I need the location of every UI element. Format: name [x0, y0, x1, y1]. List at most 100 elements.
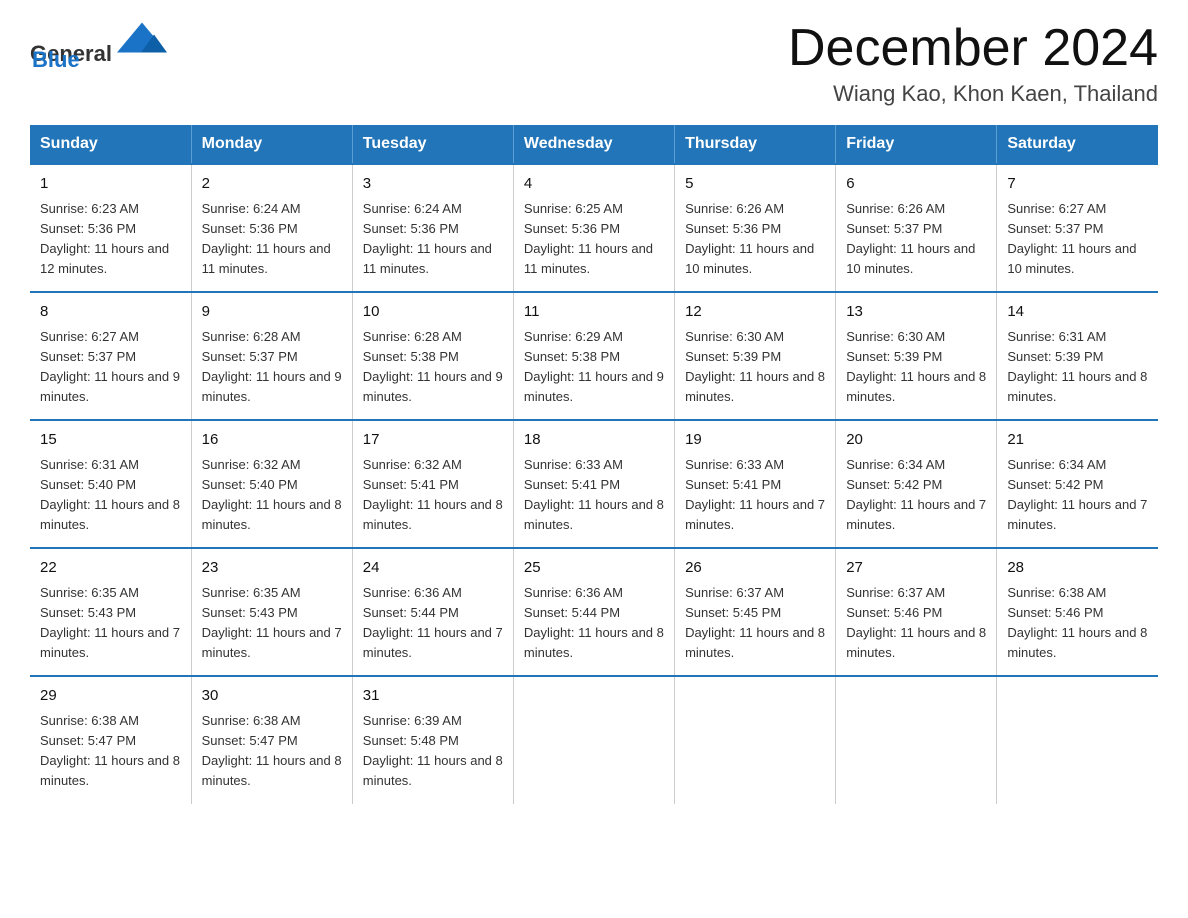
calendar-cell: 8 Sunrise: 6:27 AMSunset: 5:37 PMDayligh… [30, 292, 191, 420]
calendar-cell: 2 Sunrise: 6:24 AMSunset: 5:36 PMDayligh… [191, 164, 352, 292]
calendar-week-row: 1 Sunrise: 6:23 AMSunset: 5:36 PMDayligh… [30, 164, 1158, 292]
calendar-cell: 19 Sunrise: 6:33 AMSunset: 5:41 PMDaylig… [675, 420, 836, 548]
day-number: 16 [202, 429, 342, 452]
calendar-cell: 23 Sunrise: 6:35 AMSunset: 5:43 PMDaylig… [191, 548, 352, 676]
logo: General Blue [30, 20, 172, 73]
day-info: Sunrise: 6:25 AMSunset: 5:36 PMDaylight:… [524, 201, 653, 276]
calendar-cell: 15 Sunrise: 6:31 AMSunset: 5:40 PMDaylig… [30, 420, 191, 548]
day-number: 20 [846, 429, 986, 452]
calendar-cell: 16 Sunrise: 6:32 AMSunset: 5:40 PMDaylig… [191, 420, 352, 548]
day-info: Sunrise: 6:30 AMSunset: 5:39 PMDaylight:… [846, 329, 986, 404]
day-number: 7 [1007, 173, 1148, 196]
calendar-cell: 22 Sunrise: 6:35 AMSunset: 5:43 PMDaylig… [30, 548, 191, 676]
day-number: 22 [40, 557, 181, 580]
day-header-saturday: Saturday [997, 125, 1158, 164]
calendar-cell: 30 Sunrise: 6:38 AMSunset: 5:47 PMDaylig… [191, 676, 352, 803]
calendar-cell: 25 Sunrise: 6:36 AMSunset: 5:44 PMDaylig… [513, 548, 674, 676]
day-info: Sunrise: 6:31 AMSunset: 5:40 PMDaylight:… [40, 457, 180, 532]
calendar-cell: 5 Sunrise: 6:26 AMSunset: 5:36 PMDayligh… [675, 164, 836, 292]
day-info: Sunrise: 6:35 AMSunset: 5:43 PMDaylight:… [202, 585, 342, 660]
day-number: 4 [524, 173, 664, 196]
calendar-cell [675, 676, 836, 803]
day-number: 5 [685, 173, 825, 196]
calendar-cell: 10 Sunrise: 6:28 AMSunset: 5:38 PMDaylig… [352, 292, 513, 420]
calendar-cell [836, 676, 997, 803]
day-number: 14 [1007, 301, 1148, 324]
day-number: 9 [202, 301, 342, 324]
day-number: 13 [846, 301, 986, 324]
calendar-week-row: 15 Sunrise: 6:31 AMSunset: 5:40 PMDaylig… [30, 420, 1158, 548]
day-header-monday: Monday [191, 125, 352, 164]
day-info: Sunrise: 6:34 AMSunset: 5:42 PMDaylight:… [1007, 457, 1147, 532]
day-info: Sunrise: 6:27 AMSunset: 5:37 PMDaylight:… [1007, 201, 1136, 276]
day-info: Sunrise: 6:24 AMSunset: 5:36 PMDaylight:… [202, 201, 331, 276]
calendar-cell: 28 Sunrise: 6:38 AMSunset: 5:46 PMDaylig… [997, 548, 1158, 676]
day-header-sunday: Sunday [30, 125, 191, 164]
day-info: Sunrise: 6:32 AMSunset: 5:40 PMDaylight:… [202, 457, 342, 532]
day-number: 12 [685, 301, 825, 324]
day-number: 19 [685, 429, 825, 452]
day-number: 23 [202, 557, 342, 580]
day-info: Sunrise: 6:37 AMSunset: 5:46 PMDaylight:… [846, 585, 986, 660]
logo-blue-text: Blue [32, 47, 80, 73]
day-info: Sunrise: 6:36 AMSunset: 5:44 PMDaylight:… [363, 585, 503, 660]
calendar-cell: 7 Sunrise: 6:27 AMSunset: 5:37 PMDayligh… [997, 164, 1158, 292]
calendar-cell: 21 Sunrise: 6:34 AMSunset: 5:42 PMDaylig… [997, 420, 1158, 548]
calendar-cell: 26 Sunrise: 6:37 AMSunset: 5:45 PMDaylig… [675, 548, 836, 676]
day-number: 26 [685, 557, 825, 580]
day-info: Sunrise: 6:26 AMSunset: 5:37 PMDaylight:… [846, 201, 975, 276]
calendar-week-row: 29 Sunrise: 6:38 AMSunset: 5:47 PMDaylig… [30, 676, 1158, 803]
day-info: Sunrise: 6:24 AMSunset: 5:36 PMDaylight:… [363, 201, 492, 276]
calendar-cell: 1 Sunrise: 6:23 AMSunset: 5:36 PMDayligh… [30, 164, 191, 292]
day-info: Sunrise: 6:26 AMSunset: 5:36 PMDaylight:… [685, 201, 814, 276]
day-header-friday: Friday [836, 125, 997, 164]
location-subtitle: Wiang Kao, Khon Kaen, Thailand [788, 81, 1158, 107]
day-info: Sunrise: 6:32 AMSunset: 5:41 PMDaylight:… [363, 457, 503, 532]
calendar-table: SundayMondayTuesdayWednesdayThursdayFrid… [30, 125, 1158, 803]
day-number: 24 [363, 557, 503, 580]
day-info: Sunrise: 6:38 AMSunset: 5:47 PMDaylight:… [40, 713, 180, 788]
day-info: Sunrise: 6:27 AMSunset: 5:37 PMDaylight:… [40, 329, 180, 404]
day-info: Sunrise: 6:33 AMSunset: 5:41 PMDaylight:… [524, 457, 664, 532]
calendar-cell [997, 676, 1158, 803]
day-info: Sunrise: 6:38 AMSunset: 5:47 PMDaylight:… [202, 713, 342, 788]
calendar-cell: 11 Sunrise: 6:29 AMSunset: 5:38 PMDaylig… [513, 292, 674, 420]
calendar-cell: 6 Sunrise: 6:26 AMSunset: 5:37 PMDayligh… [836, 164, 997, 292]
calendar-cell: 4 Sunrise: 6:25 AMSunset: 5:36 PMDayligh… [513, 164, 674, 292]
logo-icon [112, 20, 172, 65]
title-area: December 2024 Wiang Kao, Khon Kaen, Thai… [788, 20, 1158, 107]
calendar-cell: 20 Sunrise: 6:34 AMSunset: 5:42 PMDaylig… [836, 420, 997, 548]
page-header: General Blue December 2024 Wiang Kao, Kh… [30, 20, 1158, 107]
day-number: 30 [202, 685, 342, 708]
day-info: Sunrise: 6:33 AMSunset: 5:41 PMDaylight:… [685, 457, 825, 532]
day-number: 3 [363, 173, 503, 196]
day-number: 2 [202, 173, 342, 196]
day-info: Sunrise: 6:35 AMSunset: 5:43 PMDaylight:… [40, 585, 180, 660]
day-number: 8 [40, 301, 181, 324]
day-number: 15 [40, 429, 181, 452]
calendar-cell: 12 Sunrise: 6:30 AMSunset: 5:39 PMDaylig… [675, 292, 836, 420]
day-info: Sunrise: 6:23 AMSunset: 5:36 PMDaylight:… [40, 201, 169, 276]
calendar-cell: 24 Sunrise: 6:36 AMSunset: 5:44 PMDaylig… [352, 548, 513, 676]
day-number: 1 [40, 173, 181, 196]
calendar-cell [513, 676, 674, 803]
day-number: 29 [40, 685, 181, 708]
calendar-cell: 17 Sunrise: 6:32 AMSunset: 5:41 PMDaylig… [352, 420, 513, 548]
day-number: 6 [846, 173, 986, 196]
day-number: 27 [846, 557, 986, 580]
calendar-header-row: SundayMondayTuesdayWednesdayThursdayFrid… [30, 125, 1158, 164]
calendar-cell: 9 Sunrise: 6:28 AMSunset: 5:37 PMDayligh… [191, 292, 352, 420]
calendar-cell: 18 Sunrise: 6:33 AMSunset: 5:41 PMDaylig… [513, 420, 674, 548]
day-number: 21 [1007, 429, 1148, 452]
calendar-cell: 13 Sunrise: 6:30 AMSunset: 5:39 PMDaylig… [836, 292, 997, 420]
day-info: Sunrise: 6:30 AMSunset: 5:39 PMDaylight:… [685, 329, 825, 404]
day-number: 25 [524, 557, 664, 580]
day-info: Sunrise: 6:28 AMSunset: 5:37 PMDaylight:… [202, 329, 342, 404]
day-info: Sunrise: 6:38 AMSunset: 5:46 PMDaylight:… [1007, 585, 1147, 660]
calendar-cell: 27 Sunrise: 6:37 AMSunset: 5:46 PMDaylig… [836, 548, 997, 676]
calendar-cell: 31 Sunrise: 6:39 AMSunset: 5:48 PMDaylig… [352, 676, 513, 803]
day-info: Sunrise: 6:29 AMSunset: 5:38 PMDaylight:… [524, 329, 664, 404]
day-info: Sunrise: 6:36 AMSunset: 5:44 PMDaylight:… [524, 585, 664, 660]
calendar-week-row: 8 Sunrise: 6:27 AMSunset: 5:37 PMDayligh… [30, 292, 1158, 420]
day-number: 28 [1007, 557, 1148, 580]
